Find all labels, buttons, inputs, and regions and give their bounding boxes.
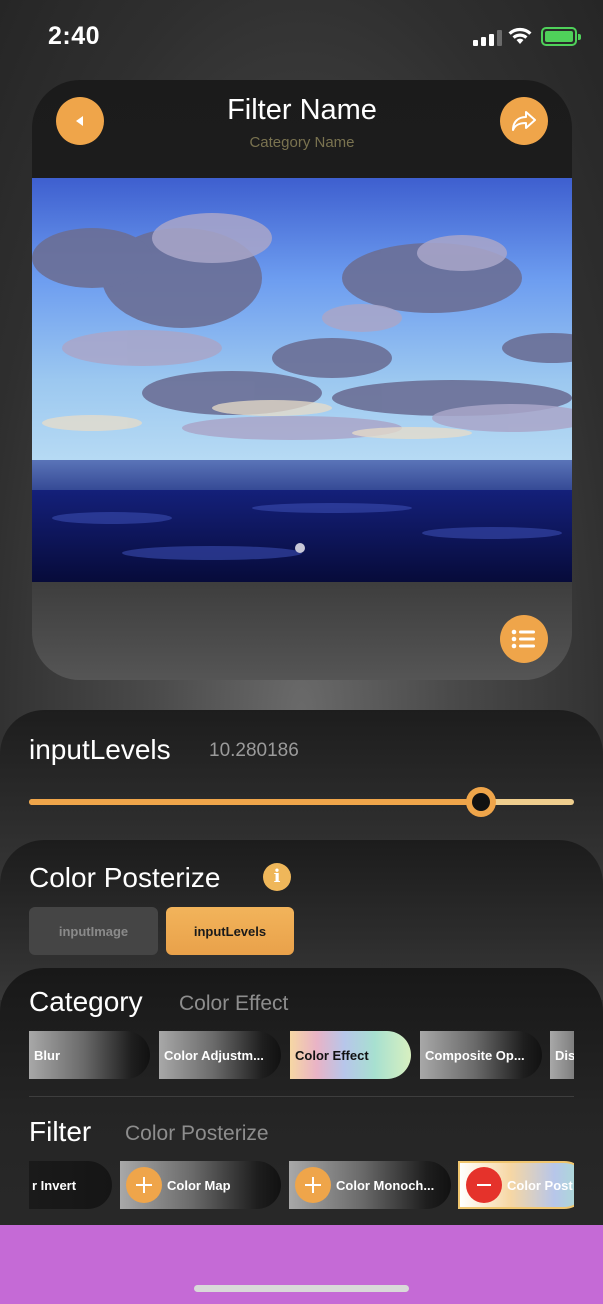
filter-inputs-title: Color Posterize: [29, 862, 221, 893]
input-tab-inputlevels[interactable]: inputLevels: [166, 907, 294, 955]
wifi-icon: [508, 27, 532, 44]
share-button[interactable]: [500, 97, 548, 145]
home-indicator[interactable]: [194, 1285, 409, 1292]
status-bar: 2:40: [0, 0, 603, 72]
category-chip-color-adjustment[interactable]: Color Adjustm...: [159, 1031, 281, 1079]
battery-icon: [541, 27, 581, 46]
category-subtitle: Category Name: [249, 134, 355, 151]
category-chip-blur[interactable]: Blur: [29, 1031, 150, 1079]
filter-value: Color Posterize: [125, 1122, 269, 1145]
parameter-name: inputLevels: [29, 734, 171, 765]
category-value: Color Effect: [179, 992, 289, 1015]
parameter-value: 10.280186: [209, 740, 299, 761]
filter-label: Filter: [29, 1116, 92, 1147]
filter-chip-invert[interactable]: r Invert: [29, 1161, 112, 1209]
category-chip-distortion[interactable]: Dis: [550, 1031, 574, 1079]
chooser-panel: Category Color Effect Blur Color Adjustm…: [0, 968, 603, 1268]
slider-thumb[interactable]: [466, 787, 497, 817]
list-button[interactable]: [500, 615, 548, 663]
add-icon: [295, 1167, 331, 1203]
filter-chip-row: r Invert Color Map Color Monoch... Color…: [29, 1161, 574, 1209]
filter-chip-color-monochrome[interactable]: Color Monoch...: [289, 1161, 451, 1209]
status-time: 2:40: [48, 22, 101, 50]
remove-icon: [466, 1167, 502, 1203]
filter-title: Filter Name: [227, 94, 377, 126]
filter-chip-color-map[interactable]: Color Map: [120, 1161, 281, 1209]
section-divider: [29, 1096, 574, 1097]
list-icon: [511, 629, 535, 649]
slider-fill: [29, 799, 482, 805]
category-chip-color-effect[interactable]: Color Effect: [290, 1031, 411, 1079]
filter-chip-color-posterize[interactable]: Color Post: [458, 1161, 574, 1209]
input-tab-inputimage[interactable]: inputImage: [29, 907, 158, 955]
bottom-bar: [0, 1225, 603, 1304]
filtered-photo: [32, 178, 572, 582]
category-label: Category: [29, 986, 143, 1017]
info-icon[interactable]: i: [263, 863, 291, 891]
add-icon: [126, 1167, 162, 1203]
share-icon: [512, 111, 536, 131]
preview-card: Filter Name Category Name: [32, 80, 572, 680]
category-chip-composite-operation[interactable]: Composite Op...: [420, 1031, 542, 1079]
category-chip-row: Blur Color Adjustm... Color Effect Compo…: [29, 1031, 574, 1079]
cellular-signal-icon: [473, 30, 502, 46]
